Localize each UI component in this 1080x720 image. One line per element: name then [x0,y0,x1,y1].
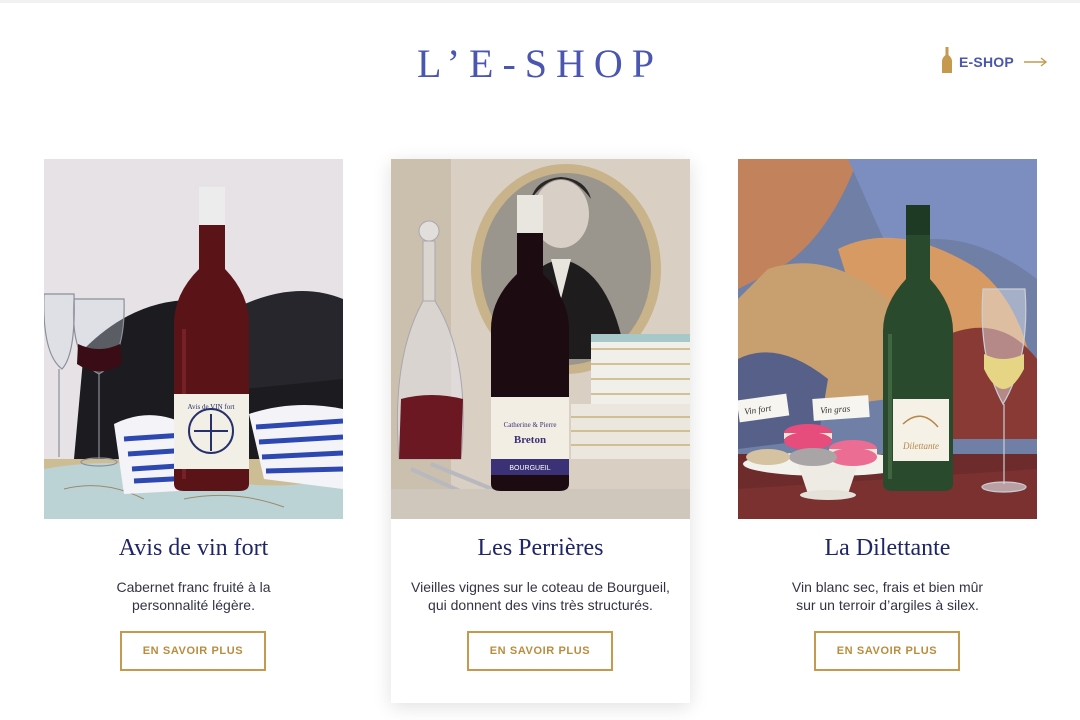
product-title: La Dilettante [824,535,951,561]
tag-label: Vin gras [820,403,851,415]
svg-text:Dilettante: Dilettante [902,441,939,451]
en-savoir-plus-button[interactable]: EN SAVOIR PLUS [467,631,613,671]
product-description-line: Vieilles vignes sur le coteau de Bourgue… [411,579,670,595]
product-card-la-dilettante: Vin fort Vin gras Dilettante La Dilettan… [738,159,1037,703]
product-card-les-perrieres: Catherine & Pierre Breton BOURGUEIL Les … [391,159,690,703]
eshop-link[interactable]: E-SHOP [942,46,1048,78]
product-description-line: qui donnent des vins très structurés. [428,597,653,613]
svg-text:Breton: Breton [514,434,546,446]
product-description-line: personnalité légère. [132,597,255,613]
product-image-avis-de-vin-fort[interactable]: Avis de VIN fort [44,159,343,519]
page-title: L’E-SHOP [416,41,664,86]
product-title: Les Perrières [477,535,604,561]
svg-text:BOURGUEIL: BOURGUEIL [509,465,550,472]
product-description: Vin blanc sec, frais et bien mûr sur un … [748,578,1027,614]
product-description: Vieilles vignes sur le coteau de Bourgue… [401,578,680,614]
svg-text:Avis de VIN fort: Avis de VIN fort [188,403,235,411]
product-description: Cabernet franc fruité à la personnalité … [54,578,333,614]
product-description-line: Vin blanc sec, frais et bien mûr [791,579,984,595]
product-title: Avis de vin fort [118,535,269,561]
product-card-avis-de-vin-fort: Avis de VIN fort Avis de vin fort Cabern… [44,159,343,703]
wine-bottle-icon [942,46,952,78]
product-image-les-perrieres[interactable]: Catherine & Pierre Breton BOURGUEIL [391,159,690,519]
product-image-la-dilettante[interactable]: Vin fort Vin gras Dilettante [738,159,1037,519]
product-description-line: sur un terroir d’argiles à silex. [796,597,979,613]
product-description-line: Cabernet franc fruité à la [116,579,271,595]
en-savoir-plus-button[interactable]: EN SAVOIR PLUS [814,631,960,671]
en-savoir-plus-button[interactable]: EN SAVOIR PLUS [120,631,266,671]
svg-text:Catherine & Pierre: Catherine & Pierre [504,421,557,429]
top-divider [0,0,1080,3]
arrow-right-icon [1023,57,1048,67]
eshop-link-label: E-SHOP [959,54,1014,70]
